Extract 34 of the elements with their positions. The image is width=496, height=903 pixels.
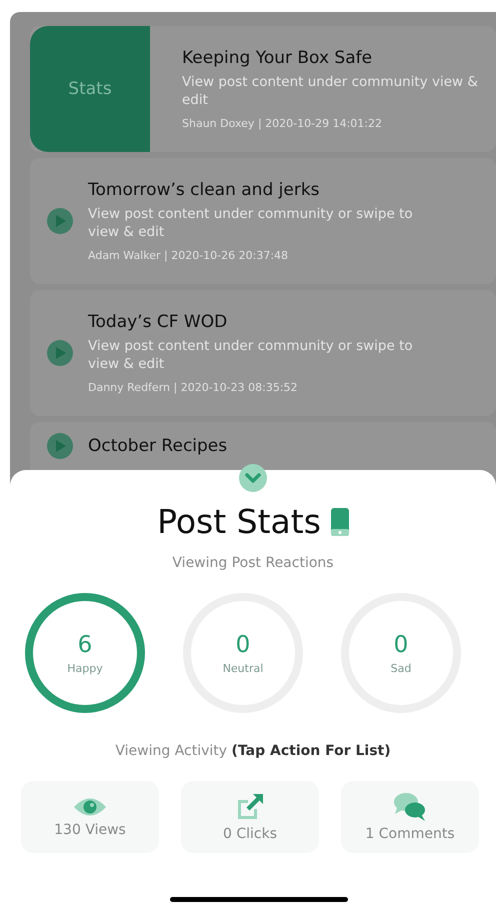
- post-description: View post content under community or swipe to view & edit: [88, 338, 414, 374]
- sheet-title: Post Stats: [157, 502, 321, 541]
- post-meta: Shaun Doxey | 2020-10-29 14:01:22: [182, 117, 383, 130]
- play-icon[interactable]: [46, 432, 74, 460]
- play-icon[interactable]: [46, 339, 74, 367]
- stats-button[interactable]: Stats: [30, 26, 150, 152]
- activity-card[interactable]: 130 Views: [21, 781, 159, 853]
- post-title: Today’s CF WOD: [88, 312, 228, 332]
- reaction-count: 0: [394, 632, 408, 658]
- post-description: View post content under community view & edit: [182, 74, 479, 110]
- activity-label: 0 Clicks: [222, 826, 277, 842]
- activity-card[interactable]: 1 Comments: [341, 781, 479, 853]
- reaction-count: 0: [236, 632, 250, 658]
- phone-icon: [330, 508, 349, 536]
- post-meta: Danny Redfern | 2020-10-23 08:35:52: [88, 381, 299, 394]
- external-link-icon: [235, 792, 265, 822]
- post-title: October Recipes: [88, 436, 228, 456]
- eye-icon: [73, 796, 107, 818]
- chat-bubbles-icon: [393, 792, 427, 822]
- activity-heading: Viewing Activity (Tap Action For List): [115, 743, 391, 759]
- play-icon[interactable]: [46, 207, 74, 235]
- chevron-down-icon[interactable]: [239, 464, 267, 492]
- post-description: View post content under community or swipe to view & edit: [88, 206, 414, 242]
- reaction-label: Sad: [390, 662, 412, 674]
- activity-card[interactable]: 0 Clicks: [181, 781, 319, 853]
- activity-label: 1 Comments: [365, 826, 455, 842]
- sheet-subtitle: Viewing Post Reactions: [172, 555, 334, 571]
- reaction-count: 6: [78, 632, 92, 658]
- post-title: Tomorrow’s clean and jerks: [88, 180, 321, 200]
- reaction-label: Happy: [67, 662, 103, 674]
- activity-label: 130 Views: [54, 822, 126, 838]
- post-title: Keeping Your Box Safe: [182, 48, 374, 68]
- reaction-label: Neutral: [222, 662, 264, 674]
- post-meta: Adam Walker | 2020-10-26 20:37:48: [88, 249, 290, 262]
